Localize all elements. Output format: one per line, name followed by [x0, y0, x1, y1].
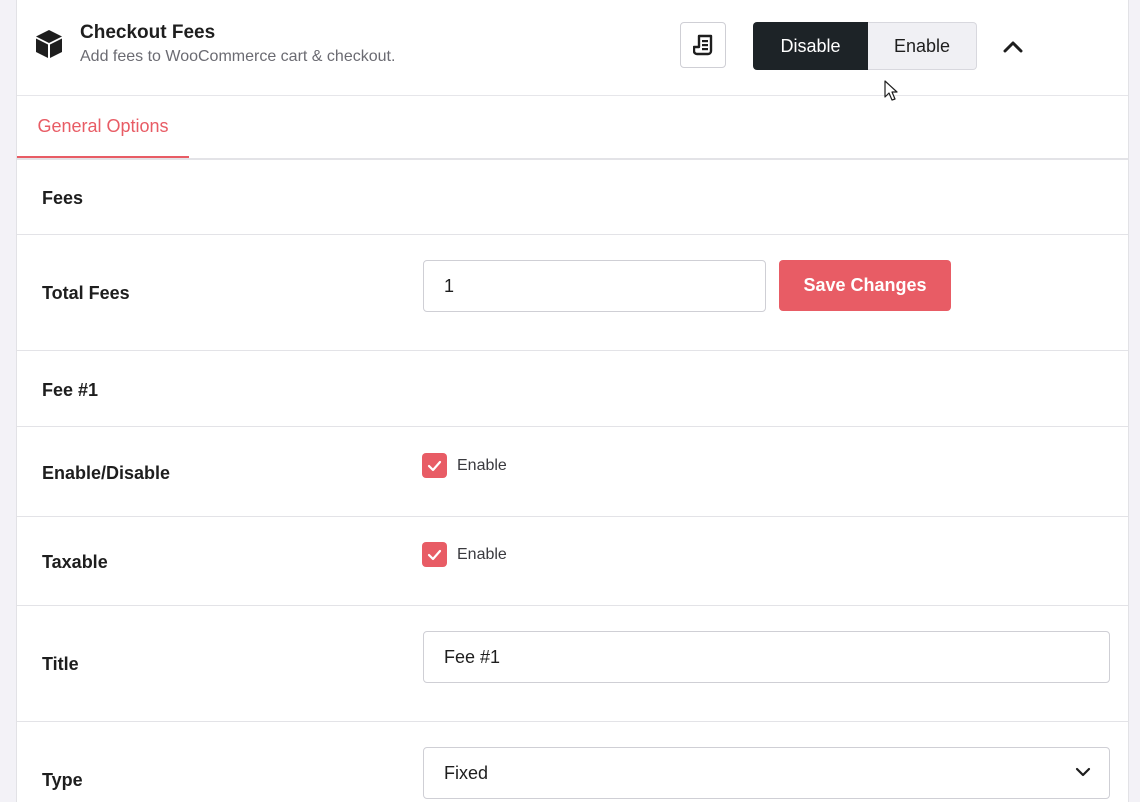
- module-panel: Checkout Fees Add fees to WooCommerce ca…: [16, 0, 1129, 802]
- module-title: Checkout Fees: [80, 22, 216, 43]
- save-changes-button[interactable]: Save Changes: [779, 260, 951, 311]
- documentation-button[interactable]: [680, 22, 726, 68]
- module-subtitle: Add fees to WooCommerce cart & checkout.: [80, 48, 396, 65]
- total-fees-input[interactable]: [423, 260, 766, 312]
- type-label: Type: [42, 770, 83, 790]
- taxable-label: Taxable: [42, 552, 108, 572]
- cube-icon: [36, 30, 62, 58]
- taxable-checkbox-label: Enable: [457, 546, 507, 563]
- disable-button[interactable]: Disable: [753, 22, 868, 70]
- title-row: Title: [17, 606, 1128, 722]
- fees-section-heading: Fees: [17, 160, 1128, 235]
- checkmark-icon: [427, 549, 442, 560]
- type-row: Type Fixed: [17, 722, 1128, 802]
- chevron-up-icon[interactable]: [1002, 38, 1024, 56]
- tab-general-options[interactable]: General Options: [17, 96, 189, 158]
- fee-1-section-heading: Fee #1: [17, 351, 1128, 427]
- total-fees-label: Total Fees: [42, 283, 130, 303]
- enable-checkbox-label: Enable: [457, 457, 507, 474]
- taxable-row: Taxable Enable: [17, 517, 1128, 606]
- document-icon: [693, 34, 713, 56]
- title-label: Title: [42, 654, 79, 674]
- taxable-checkbox[interactable]: [422, 542, 447, 567]
- module-header: Checkout Fees Add fees to WooCommerce ca…: [17, 0, 1128, 101]
- title-input[interactable]: [423, 631, 1110, 683]
- total-fees-row: Total Fees Save Changes: [17, 235, 1128, 351]
- chevron-down-icon: [1075, 767, 1091, 777]
- enable-button[interactable]: Enable: [868, 22, 977, 70]
- type-select[interactable]: Fixed: [423, 747, 1110, 799]
- fee-1-heading: Fee #1: [42, 380, 99, 400]
- enable-disable-label: Enable/Disable: [42, 463, 171, 483]
- type-select-value: Fixed: [444, 762, 489, 783]
- fees-heading: Fees: [42, 188, 84, 208]
- enable-disable-toggle: Disable Enable: [753, 22, 977, 70]
- checkmark-icon: [427, 460, 442, 471]
- tab-bar: General Options: [17, 96, 1128, 160]
- enable-checkbox[interactable]: [422, 453, 447, 478]
- enable-disable-row: Enable/Disable Enable: [17, 427, 1128, 517]
